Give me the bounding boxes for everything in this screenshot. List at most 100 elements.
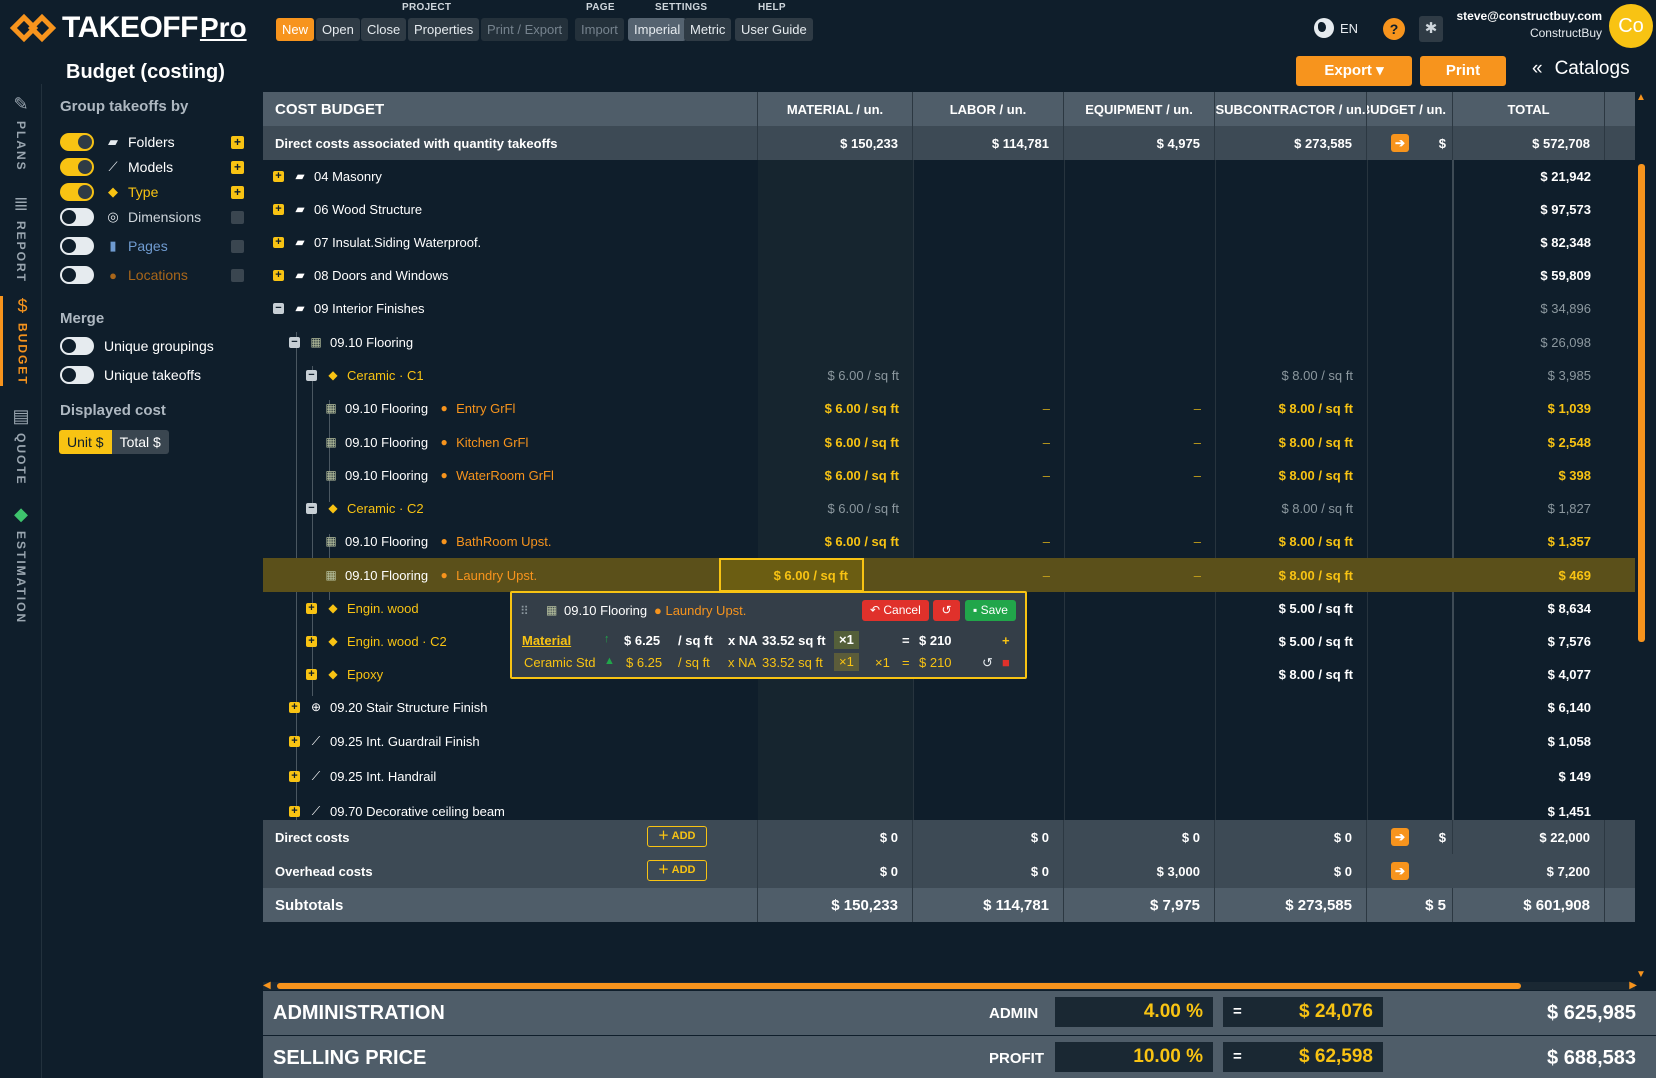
expand-icon[interactable]: +: [273, 203, 284, 215]
vertical-scroll-thumb[interactable]: [1638, 164, 1645, 642]
table-row[interactable]: + ▰ 08 Doors and Windows $ 59,809: [263, 258, 1635, 292]
material-value[interactable]: $ 6.00 / sq ft: [758, 391, 913, 425]
arrow-right-icon[interactable]: ➔: [1391, 134, 1409, 152]
multiplier[interactable]: ×1: [834, 631, 859, 649]
export-button[interactable]: Export ▾: [1296, 56, 1412, 86]
expand-icon[interactable]: +: [289, 805, 300, 817]
header-labor[interactable]: LABOR / un.: [913, 92, 1064, 126]
toggle-switch[interactable]: [60, 337, 94, 355]
displayed-cost-toggle[interactable]: Unit $ Total $: [59, 430, 169, 454]
table-row[interactable]: − ▰ 09 Interior Finishes $ 34,896: [263, 291, 1635, 325]
header-equipment[interactable]: EQUIPMENT / un.: [1064, 92, 1215, 126]
table-row[interactable]: ▦ 09.10 Flooring ● BathRoom Upst. $ 6.00 / …: [263, 524, 1635, 558]
equipment-value[interactable]: –: [1064, 458, 1215, 492]
open-button[interactable]: Open: [316, 18, 360, 41]
labor-value[interactable]: –: [913, 425, 1064, 459]
overhead-costs-row[interactable]: Overhead costs ＋ ADD $ 0 $ 0 $ 3,000 $ 0…: [263, 854, 1635, 888]
header-budget[interactable]: BUDGET / un.: [1367, 92, 1453, 126]
material-value[interactable]: $ 6.00 / sq ft: [758, 458, 913, 492]
add-icon[interactable]: +: [1002, 633, 1010, 648]
table-row[interactable]: − ▦ 09.10 Flooring $ 26,098: [263, 325, 1635, 359]
table-row[interactable]: + ⟋ 09.25 Int. Handrail $ 149: [263, 759, 1635, 793]
header-subcontractor[interactable]: SUBCONTRACTOR / un.: [1215, 92, 1367, 126]
merge-unique-takeoffs[interactable]: Unique takeoffs: [60, 364, 250, 386]
admin-amount[interactable]: = $ 24,076: [1223, 997, 1383, 1027]
toggle-switch[interactable]: [60, 183, 94, 201]
table-row[interactable]: ▦ 09.10 Flooring ● Entry GrFl $ 6.00 / sq f…: [263, 391, 1635, 425]
expand-icon[interactable]: +: [306, 635, 317, 647]
user-guide-button[interactable]: User Guide: [735, 18, 813, 41]
subcontractor-value[interactable]: $ 8.00 / sq ft: [1215, 524, 1367, 558]
reset-icon[interactable]: ↺: [982, 655, 993, 671]
equipment-value[interactable]: –: [1064, 524, 1215, 558]
table-row[interactable]: ▦ 09.10 Flooring ● Kitchen GrFl $ 6.00 / sq…: [263, 425, 1635, 459]
direct-costs-takeoffs-row[interactable]: Direct costs associated with quantity ta…: [263, 126, 1635, 160]
merge-unique-groupings[interactable]: Unique groupings: [60, 335, 250, 357]
cancel-button[interactable]: ↶ Cancel: [862, 600, 929, 621]
profit-amount[interactable]: = $ 62,598: [1223, 1042, 1383, 1072]
avatar[interactable]: Co: [1609, 4, 1653, 48]
expand-icon[interactable]: +: [306, 668, 317, 680]
expand-icon[interactable]: +: [306, 602, 317, 614]
collapse-icon[interactable]: −: [289, 336, 300, 348]
collapse-icon[interactable]: −: [273, 302, 284, 314]
help-icon[interactable]: ?: [1383, 18, 1405, 40]
expand-icon[interactable]: +: [273, 236, 284, 248]
profit-percent-input[interactable]: 10.00 %: [1055, 1042, 1213, 1072]
expand-all-icon[interactable]: +: [231, 135, 244, 149]
toggle-switch[interactable]: [60, 366, 94, 384]
toggle-switch[interactable]: [60, 237, 94, 255]
trash-icon[interactable]: ■: [1002, 655, 1010, 670]
table-row[interactable]: − ◆ Ceramic · C1 $ 6.00 / sq ft $ 8.00 / s…: [263, 358, 1635, 392]
group-by-locations[interactable]: ● Locations +: [60, 264, 250, 286]
labor-value[interactable]: –: [913, 458, 1064, 492]
group-by-pages[interactable]: ▮ Pages +: [60, 235, 250, 257]
material-link[interactable]: Material: [522, 633, 571, 648]
table-row[interactable]: + ▰ 06 Wood Structure $ 97,573: [263, 192, 1635, 226]
scroll-down-icon[interactable]: ▼: [1636, 969, 1646, 980]
multiplier-secondary[interactable]: ×1: [875, 655, 890, 670]
expand-all-icon[interactable]: +: [231, 239, 244, 253]
add-direct-cost-button[interactable]: ＋ ADD: [647, 826, 707, 847]
table-row[interactable]: + ⊕ 09.20 Stair Structure Finish $ 6,140: [263, 690, 1635, 724]
print-export-button[interactable]: Print / Export: [481, 18, 569, 41]
language-selector[interactable]: EN: [1314, 18, 1358, 38]
equipment-value[interactable]: –: [1064, 391, 1215, 425]
new-button[interactable]: New: [276, 18, 315, 41]
direct-costs-row[interactable]: Direct costs ＋ ADD $ 0 $ 0 $ 0 $ 0 $ $ 2…: [263, 820, 1635, 854]
equipment-value[interactable]: –: [1064, 558, 1215, 592]
subcontractor-value[interactable]: $ 8.00 / sq ft: [1215, 458, 1367, 492]
group-by-models[interactable]: ⟋ Models +: [60, 156, 250, 178]
vertical-scrollbar[interactable]: ▲ ▼: [1636, 92, 1648, 980]
equipment-value[interactable]: –: [1064, 425, 1215, 459]
expand-all-icon[interactable]: +: [231, 160, 244, 174]
rail-plans[interactable]: ✎ PLANS: [0, 94, 42, 172]
unit-cost-option[interactable]: Unit $: [59, 430, 112, 454]
header-total[interactable]: TOTAL: [1453, 92, 1605, 126]
selected-table-row[interactable]: ▦ 09.10 Flooring ● Laundry Upst. $ 6.00 / s…: [263, 558, 1635, 592]
expand-icon[interactable]: +: [273, 269, 284, 281]
expand-all-icon[interactable]: +: [231, 185, 244, 199]
labor-value[interactable]: –: [913, 391, 1064, 425]
imperial-button[interactable]: Imperial: [628, 18, 687, 41]
print-button[interactable]: Print: [1420, 56, 1506, 86]
group-by-folders[interactable]: ▰ Folders +: [60, 131, 250, 153]
user-info[interactable]: steve@constructbuy.com ConstructBuy: [1450, 8, 1602, 42]
labor-value[interactable]: –: [913, 558, 1064, 592]
material-value[interactable]: $ 6.00 / sq ft: [758, 524, 913, 558]
catalogs-toggle[interactable]: « Catalogs: [1532, 58, 1630, 80]
admin-percent-input[interactable]: 4.00 %: [1055, 997, 1213, 1027]
subcontractor-value[interactable]: $ 8.00 / sq ft: [1215, 391, 1367, 425]
unit-price[interactable]: $ 6.25: [626, 655, 662, 670]
horizontal-scroll-thumb[interactable]: [277, 983, 1521, 989]
import-button[interactable]: Import: [575, 18, 624, 41]
expand-all-icon[interactable]: +: [231, 268, 244, 282]
subcontractor-value[interactable]: $ 8.00 / sq ft: [1215, 558, 1367, 592]
table-row[interactable]: + ⟋ 09.25 Int. Guardrail Finish $ 1,058: [263, 724, 1635, 758]
arrow-right-icon[interactable]: ➔: [1391, 828, 1409, 846]
properties-button[interactable]: Properties: [408, 18, 480, 41]
table-row[interactable]: + ▰ 07 Insulat.Siding Waterproof. $ 82,348: [263, 225, 1635, 259]
arrow-right-icon[interactable]: ➔: [1391, 862, 1409, 880]
expand-icon[interactable]: +: [289, 701, 300, 713]
expand-all-icon[interactable]: +: [231, 210, 244, 224]
